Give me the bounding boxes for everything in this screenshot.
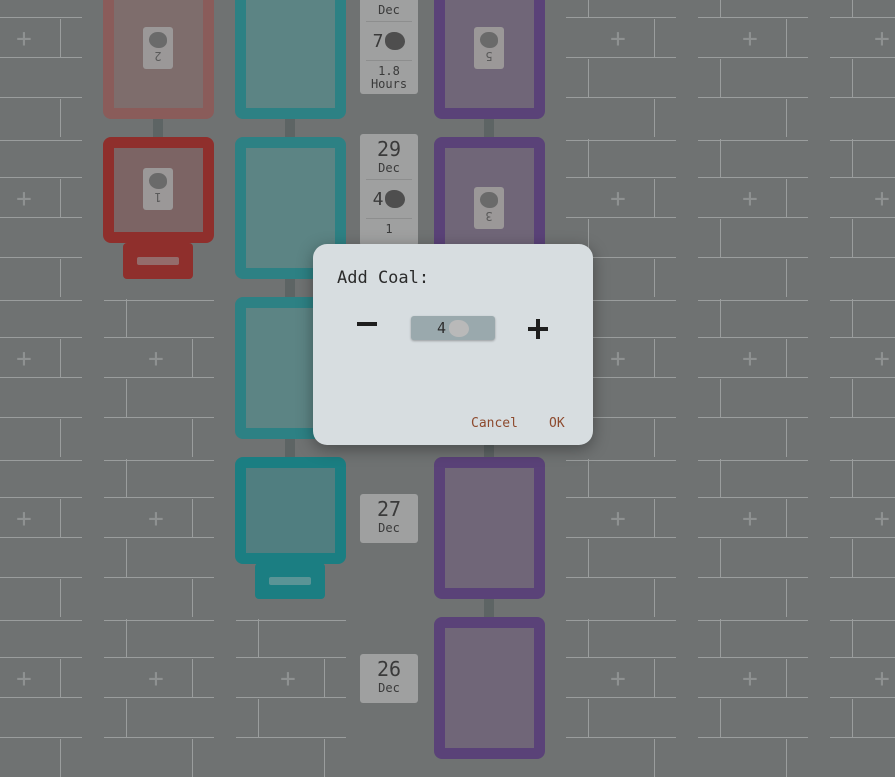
connector	[285, 279, 295, 297]
add-cell-icon[interactable]: +	[724, 666, 776, 692]
cancel-button[interactable]: Cancel	[471, 416, 518, 431]
add-cell-icon[interactable]: +	[724, 506, 776, 532]
teal-block[interactable]	[235, 0, 346, 119]
grid-cell[interactable]: +	[698, 280, 808, 457]
badge-number: 2	[154, 49, 162, 64]
add-cell-icon[interactable]: +	[856, 346, 895, 372]
badge-number: 5	[485, 49, 493, 64]
add-cell-icon[interactable]: +	[130, 666, 182, 692]
teal-block[interactable]	[235, 457, 346, 564]
hours-label: 1	[385, 222, 393, 236]
grid-cell[interactable]: +	[104, 440, 214, 617]
add-cell-icon[interactable]: +	[724, 26, 776, 52]
add-cell-icon[interactable]: +	[724, 346, 776, 372]
date-month: Dec	[378, 3, 400, 17]
grid-cell[interactable]: +	[0, 120, 82, 297]
coal-amount: 7	[372, 30, 384, 52]
purple-block[interactable]	[434, 617, 545, 759]
grid-cell[interactable]: +	[104, 600, 214, 777]
increment-button[interactable]	[524, 314, 552, 342]
grid-cell[interactable]: +	[830, 440, 895, 600]
date-month: Dec	[378, 161, 400, 175]
grid-cell[interactable]: +	[566, 0, 676, 137]
coal-icon	[385, 190, 406, 208]
grid-cell[interactable]: +	[830, 280, 895, 440]
coal-count: 7	[373, 26, 406, 56]
grid-cell[interactable]: +	[698, 0, 808, 137]
add-cell-icon[interactable]: +	[262, 666, 314, 692]
grid-cell[interactable]: +	[698, 440, 808, 617]
add-cell-icon[interactable]: +	[592, 186, 644, 212]
add-cell-icon[interactable]: +	[0, 346, 50, 372]
coal-amount-field[interactable]: 4	[411, 316, 495, 340]
coal-icon	[149, 173, 167, 190]
drag-handle[interactable]	[255, 563, 325, 599]
drag-handle[interactable]	[123, 243, 193, 279]
add-cell-icon[interactable]: +	[0, 26, 50, 52]
grid-cell[interactable]: +	[0, 280, 82, 457]
connector	[153, 119, 163, 137]
dialog-title: Add Coal:	[337, 268, 430, 288]
connector	[285, 439, 295, 457]
badge-number: 1	[154, 190, 162, 205]
date-card: Dec 7 1.8 Hours	[360, 0, 418, 94]
add-cell-icon[interactable]: +	[592, 346, 644, 372]
coal-icon	[480, 192, 498, 209]
grid-cell[interactable]: +	[236, 600, 346, 777]
coal-amount: 4	[372, 188, 384, 210]
add-cell-icon[interactable]: +	[130, 506, 182, 532]
minus-icon	[357, 322, 377, 326]
coal-amount-value: 4	[436, 319, 447, 337]
coal-icon	[480, 32, 498, 49]
add-cell-icon[interactable]: +	[130, 346, 182, 372]
hours-label: 1.8 Hours	[370, 64, 408, 91]
date-card: 29 Dec 4 1	[360, 134, 418, 246]
grid-cell[interactable]: +	[0, 440, 82, 617]
connector	[285, 119, 295, 137]
grid-cell[interactable]: +	[566, 600, 676, 777]
coal-icon	[385, 32, 406, 50]
add-cell-icon[interactable]: +	[0, 506, 50, 532]
grid-cell[interactable]: +	[104, 280, 214, 457]
add-cell-icon[interactable]: +	[0, 186, 50, 212]
connector	[484, 599, 494, 617]
grid-cell[interactable]: +	[566, 440, 676, 617]
coal-badge: 1	[143, 168, 173, 210]
grid-cell[interactable]: +	[698, 600, 808, 777]
coal-badge: 5	[474, 27, 504, 69]
badge-number: 3	[485, 209, 493, 224]
ok-button[interactable]: OK	[549, 416, 565, 431]
connector	[484, 119, 494, 137]
coal-badge: 3	[474, 187, 504, 229]
add-cell-icon[interactable]: +	[856, 26, 895, 52]
coal-icon	[449, 319, 470, 337]
date-day: 27	[376, 497, 402, 521]
coal-badge: 2	[143, 27, 173, 69]
add-cell-icon[interactable]: +	[856, 666, 895, 692]
coal-count: 4	[373, 184, 406, 214]
grid-cell[interactable]: +	[698, 120, 808, 297]
add-cell-icon[interactable]: +	[592, 26, 644, 52]
date-card: 26 Dec	[360, 654, 418, 703]
date-day: 26	[376, 657, 402, 681]
grid-cell[interactable]: +	[830, 120, 895, 280]
purple-block[interactable]	[434, 457, 545, 599]
grid-cell[interactable]: +	[830, 600, 895, 760]
decrement-button[interactable]	[353, 310, 381, 338]
add-coal-dialog: Add Coal: 4 Cancel OK	[313, 244, 593, 445]
date-card: 27 Dec	[360, 494, 418, 543]
add-cell-icon[interactable]: +	[724, 186, 776, 212]
grid-cell[interactable]: +	[830, 0, 895, 120]
grid-cell[interactable]: +	[0, 600, 82, 777]
add-cell-icon[interactable]: +	[0, 666, 50, 692]
coal-icon	[149, 32, 167, 49]
date-day: 29	[376, 137, 402, 161]
add-cell-icon[interactable]: +	[856, 506, 895, 532]
add-cell-icon[interactable]: +	[592, 506, 644, 532]
add-cell-icon[interactable]: +	[592, 666, 644, 692]
add-cell-icon[interactable]: +	[856, 186, 895, 212]
date-month: Dec	[378, 681, 400, 695]
grid-cell[interactable]: +	[0, 0, 82, 137]
date-month: Dec	[378, 521, 400, 535]
